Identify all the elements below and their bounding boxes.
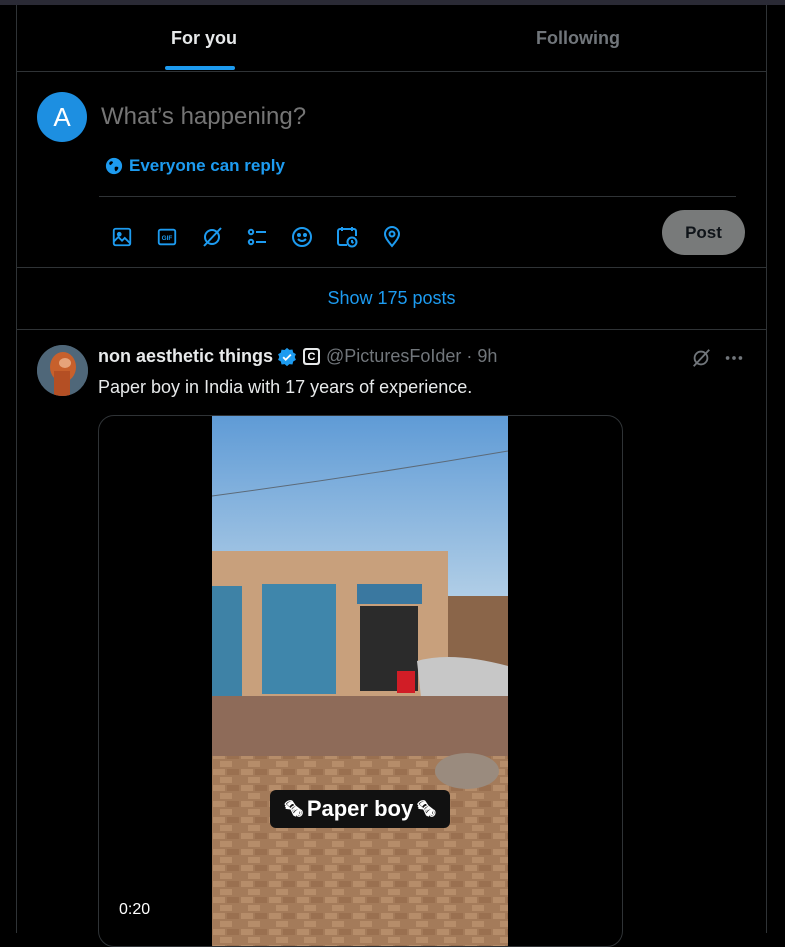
video-player[interactable]: 🗞 Paper boy 🗞 0:20: [98, 415, 623, 947]
author-handle[interactable]: @PicturesFoIder: [326, 346, 461, 367]
tweet[interactable]: non aesthetic things C @PicturesFoIder ·…: [17, 330, 766, 947]
tab-for-you[interactable]: For you: [17, 5, 391, 71]
video-caption: 🗞 Paper boy 🗞: [270, 790, 450, 828]
schedule-button[interactable]: [324, 220, 369, 254]
reply-setting-label: Everyone can reply: [129, 156, 285, 175]
post-composer: A Everyone can reply GIF: [17, 72, 766, 268]
image-button[interactable]: [99, 220, 144, 254]
show-new-posts-label: Show 175 posts: [327, 288, 456, 308]
poll-button[interactable]: [234, 220, 279, 254]
video-duration: 0:20: [119, 901, 151, 918]
header-separator: ·: [466, 346, 473, 366]
gif-icon: GIF: [157, 228, 176, 246]
gif-icon-text: GIF: [161, 235, 172, 242]
video-thumbnail: [212, 416, 508, 946]
post-button-label: Post: [685, 222, 722, 242]
location-icon: [383, 226, 400, 248]
grok-actions-button[interactable]: [689, 346, 713, 370]
globe-icon: [105, 157, 123, 175]
grok-icon: [202, 227, 222, 247]
tweet-text: Paper boy in India with 17 years of expe…: [98, 377, 473, 397]
schedule-icon: [336, 227, 357, 248]
poll-icon: [247, 228, 266, 246]
grok-icon: [693, 349, 710, 367]
gif-button[interactable]: GIF: [144, 220, 189, 254]
tab-for-you-label: For you: [171, 27, 237, 48]
timeline-column: For you Following A Everyone can reply: [16, 5, 767, 947]
composer-toolbar: GIF: [99, 220, 414, 254]
affiliate-badge-icon[interactable]: C: [303, 348, 321, 365]
timeline-tabs: For you Following: [17, 5, 766, 72]
show-new-posts-button[interactable]: Show 175 posts: [17, 268, 766, 330]
active-tab-indicator: [165, 66, 235, 70]
compose-input[interactable]: [99, 102, 703, 132]
emoji-button[interactable]: [279, 220, 324, 254]
grok-button[interactable]: [189, 220, 234, 254]
author-name[interactable]: non aesthetic things: [98, 346, 273, 367]
post-button[interactable]: Post: [662, 210, 745, 255]
emoji-icon: [291, 227, 312, 247]
video-caption-text: Paper boy: [306, 796, 414, 821]
avatar-letter: A: [53, 101, 71, 132]
tab-following[interactable]: Following: [391, 5, 765, 71]
more-options-button[interactable]: [722, 346, 746, 370]
image-icon: [112, 227, 131, 247]
tweet-header: non aesthetic things C @PicturesFoIder ·…: [98, 346, 497, 367]
author-avatar-image: [37, 345, 88, 396]
location-button[interactable]: [369, 220, 414, 254]
avatar[interactable]: A: [37, 92, 87, 142]
post-timestamp[interactable]: 9h: [477, 346, 497, 367]
more-dots-icon: [725, 356, 743, 360]
tab-following-label: Following: [536, 27, 620, 48]
affiliate-badge-letter: C: [305, 350, 319, 363]
verified-badge-icon: [277, 347, 297, 367]
newspaper-icon: 🗞: [283, 801, 304, 818]
composer-divider: [99, 196, 736, 197]
reply-setting-button[interactable]: Everyone can reply: [105, 156, 285, 176]
newspaper-icon: 🗞: [416, 801, 437, 818]
tweet-author-avatar[interactable]: [37, 345, 88, 396]
video-frame: 🗞 Paper boy 🗞: [212, 416, 508, 946]
